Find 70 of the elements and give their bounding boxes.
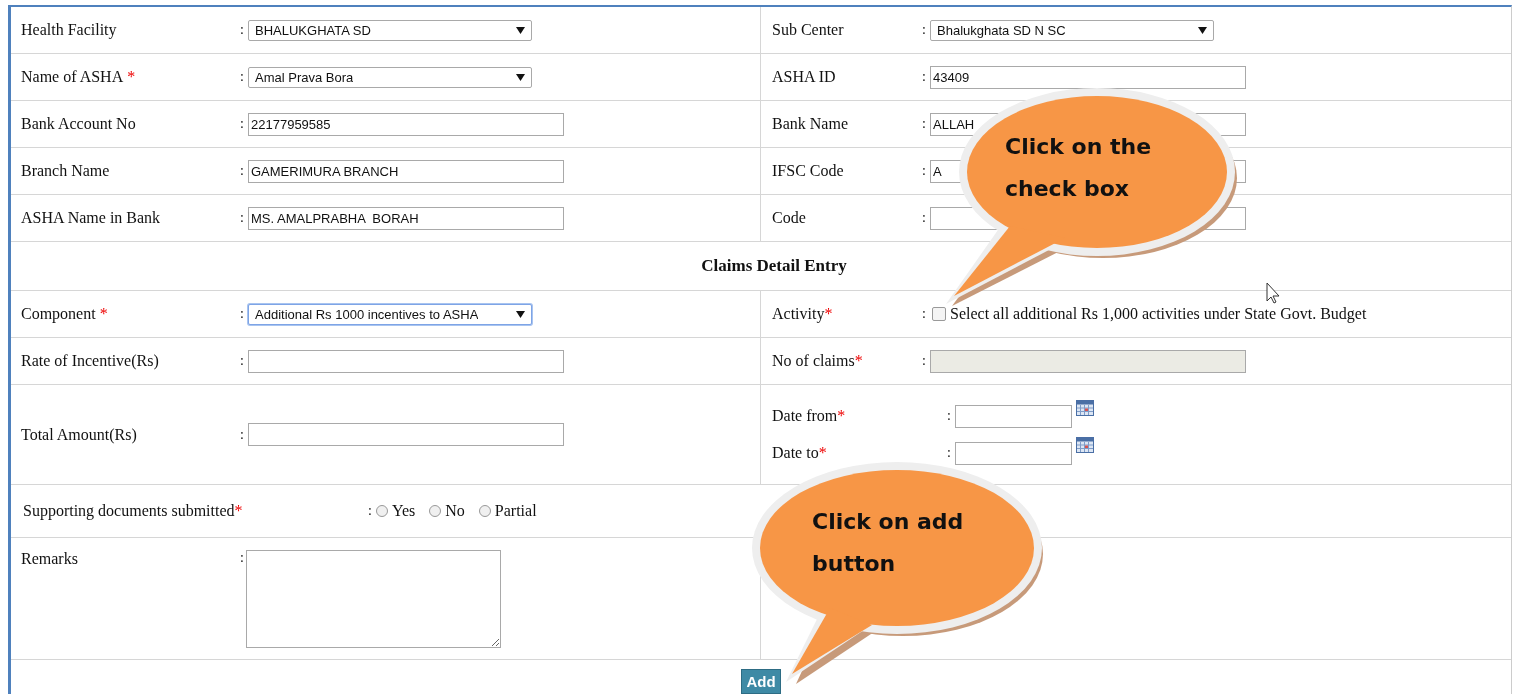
- input-field[interactable]: GAMERIMURA BRANCH: [248, 159, 564, 183]
- field-label: Remarks: [21, 550, 79, 568]
- colon: :: [240, 163, 245, 179]
- dropdown-caret-icon: [516, 73, 525, 81]
- input-field[interactable]: 22177959585: [248, 112, 564, 136]
- radio-label: Partial: [494, 502, 537, 520]
- callout-text: Click on the check box: [1005, 133, 1153, 203]
- radio-label: Yes: [392, 502, 416, 520]
- field-label: Rate of Incentive(Rs): [21, 352, 160, 370]
- colon: :: [922, 116, 927, 132]
- colon: :: [922, 353, 927, 369]
- checkbox-label: Select all additional Rs 1,000 activities under State Govt. Budget: [950, 305, 1367, 323]
- checkbox[interactable]: [932, 307, 946, 321]
- field-label: Name of ASHA *: [21, 68, 137, 86]
- colon: :: [240, 353, 245, 369]
- section-heading: Claims Detail Entry: [701, 256, 847, 276]
- field-label: Branch Name: [21, 162, 111, 180]
- colon: :: [947, 408, 952, 424]
- add-button[interactable]: Add: [741, 669, 781, 694]
- field-label: No of claims*: [772, 352, 864, 370]
- field-label: ASHA ID: [772, 68, 837, 86]
- input-field[interactable]: MS. AMALPRABHA BORAH: [248, 206, 564, 230]
- field-label: Total Amount(Rs): [21, 425, 138, 444]
- input-field[interactable]: [248, 423, 564, 446]
- calendar-icon[interactable]: [1076, 398, 1094, 416]
- colon: :: [240, 550, 245, 566]
- field-label: Activity*: [772, 305, 834, 323]
- field-label: Sub Center: [772, 21, 845, 39]
- colon: :: [240, 210, 245, 226]
- radio-label: No: [445, 502, 465, 520]
- colon: :: [922, 69, 927, 85]
- colon: :: [368, 503, 373, 519]
- date-field[interactable]: [955, 441, 1072, 465]
- callout-text: Click on add button: [812, 508, 965, 578]
- input-field[interactable]: 43409: [930, 65, 1246, 89]
- field-label: Bank Account No: [21, 115, 137, 133]
- radio-button[interactable]: [429, 505, 442, 517]
- field-label: Code: [772, 209, 807, 227]
- date-field[interactable]: [955, 404, 1072, 428]
- field-label: Date from*: [772, 407, 847, 425]
- field-label: Component *: [21, 305, 109, 323]
- select-field[interactable]: Bhalukghata SD N SC: [930, 19, 1214, 41]
- colon: :: [922, 22, 927, 38]
- colon: :: [922, 163, 927, 179]
- field-label: Date to*: [772, 444, 828, 462]
- dropdown-caret-icon: [516, 26, 525, 34]
- field-label: IFSC Code: [772, 162, 845, 180]
- colon: :: [922, 306, 927, 322]
- colon: :: [240, 22, 245, 38]
- calendar-icon[interactable]: [1076, 435, 1094, 453]
- colon: :: [922, 210, 927, 226]
- field-label: Health Facility: [21, 21, 118, 39]
- select-field[interactable]: Amal Prava Bora: [248, 66, 532, 88]
- cursor-icon: [1266, 282, 1280, 304]
- colon: :: [240, 116, 245, 132]
- radio-button[interactable]: [376, 505, 388, 517]
- field-label: ASHA Name in Bank: [21, 209, 162, 227]
- remarks-field[interactable]: [246, 550, 501, 648]
- field-label: Supporting documents submitted*: [23, 502, 244, 520]
- colon: :: [947, 445, 952, 461]
- dropdown-caret-icon: [1198, 26, 1207, 34]
- dropdown-caret-icon: [516, 310, 525, 318]
- select-field[interactable]: BHALUKGHATA SD: [248, 19, 532, 41]
- colon: :: [240, 306, 245, 322]
- select-field[interactable]: Additional Rs 1000 incentives to ASHA: [248, 303, 532, 325]
- colon: :: [240, 426, 245, 443]
- input-field[interactable]: [248, 349, 564, 373]
- colon: :: [240, 69, 245, 85]
- radio-button[interactable]: [478, 505, 491, 517]
- field-label: Bank Name: [772, 115, 849, 133]
